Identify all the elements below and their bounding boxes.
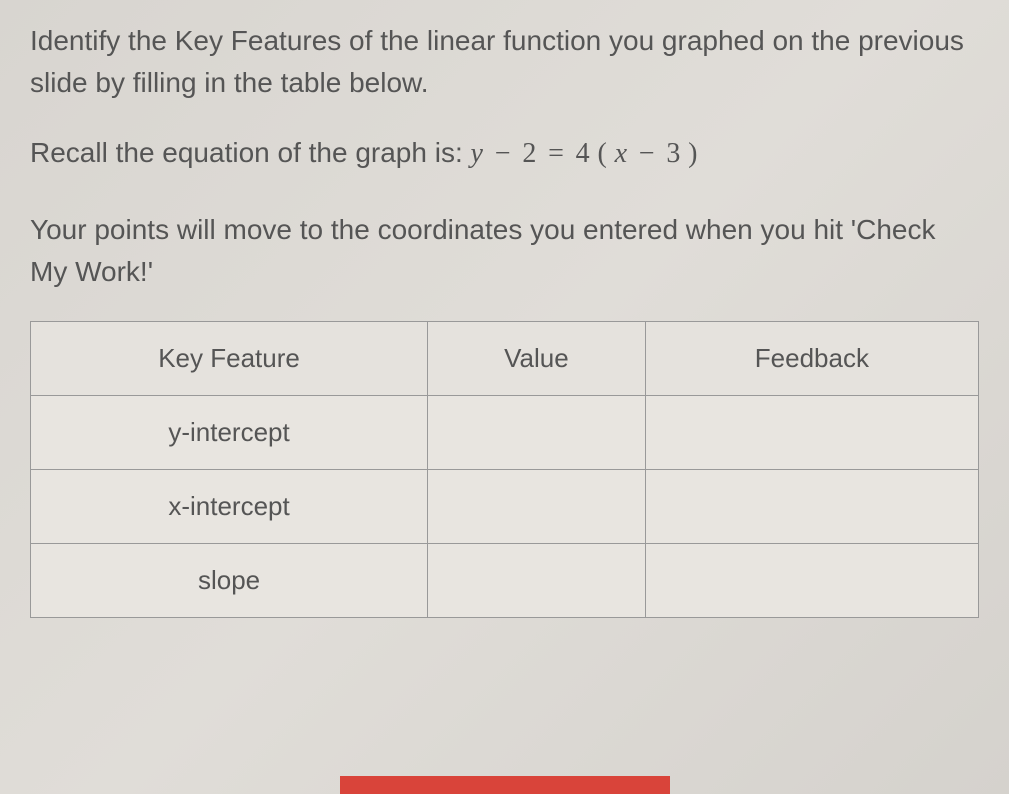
row-feedback <box>645 396 978 470</box>
check-my-work-button[interactable] <box>340 776 670 794</box>
key-features-table: Key Feature Value Feedback y-intercept x… <box>30 321 979 618</box>
table-row: y-intercept <box>31 396 979 470</box>
row-value-input[interactable] <box>428 544 646 618</box>
table-row: x-intercept <box>31 470 979 544</box>
equation-paragraph: Recall the equation of the graph is: y −… <box>30 132 979 175</box>
table-header-row: Key Feature Value Feedback <box>31 322 979 396</box>
equation-minus-1: − <box>491 138 515 169</box>
row-feature-label: y-intercept <box>31 396 428 470</box>
instruction-paragraph-1: Identify the Key Features of the linear … <box>30 20 979 104</box>
equation-constant-3: 3 <box>666 138 680 169</box>
equation-constant-2: 2 <box>522 138 536 169</box>
row-value-input[interactable] <box>428 396 646 470</box>
table-row: slope <box>31 544 979 618</box>
row-feedback <box>645 470 978 544</box>
equation-prefix: Recall the equation of the graph is: <box>30 137 471 168</box>
equation-y: y <box>471 138 483 169</box>
equation-x: x <box>615 138 627 169</box>
equation-lparen: ( <box>597 138 606 169</box>
row-feature-label: slope <box>31 544 428 618</box>
header-key-feature: Key Feature <box>31 322 428 396</box>
equation-rparen: ) <box>688 138 697 169</box>
equation-constant-4: 4 <box>576 138 590 169</box>
equation-minus-2: − <box>635 138 659 169</box>
equation-equals: = <box>544 138 568 169</box>
row-feature-label: x-intercept <box>31 470 428 544</box>
instruction-paragraph-3: Your points will move to the coordinates… <box>30 209 979 293</box>
row-feedback <box>645 544 978 618</box>
header-value: Value <box>428 322 646 396</box>
row-value-input[interactable] <box>428 470 646 544</box>
header-feedback: Feedback <box>645 322 978 396</box>
